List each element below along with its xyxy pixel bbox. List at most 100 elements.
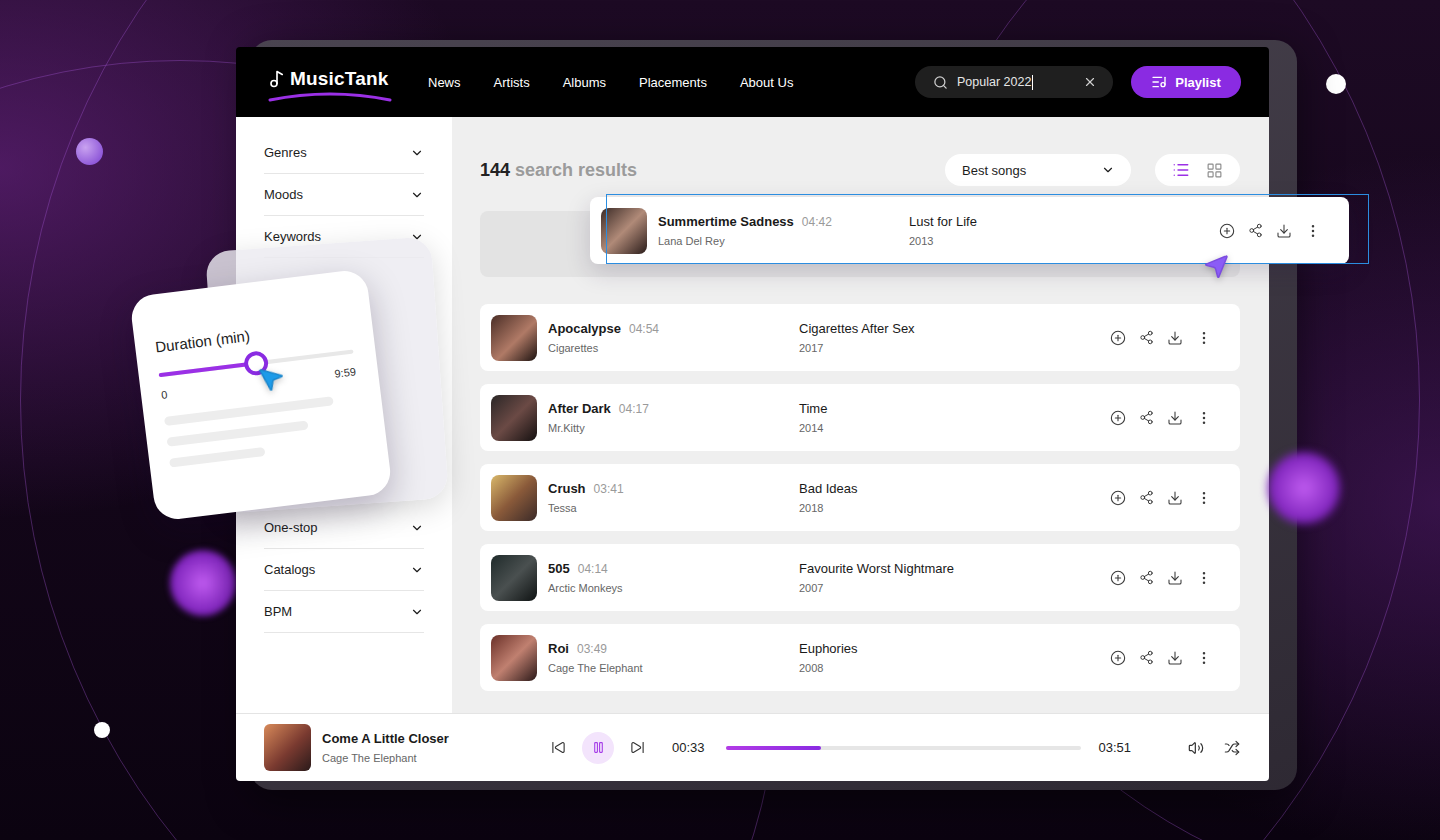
filter-item[interactable]: Moods (264, 174, 424, 216)
volume-button[interactable] (1188, 740, 1204, 756)
add-button[interactable] (1110, 570, 1126, 586)
more-button[interactable] (1196, 410, 1212, 426)
track-info: 50504:14Arctic Monkeys (548, 561, 788, 594)
results-title: 144search results (480, 160, 945, 181)
header: MusicTank News Artists Albums Placements Abou… (236, 47, 1269, 117)
shuffle-button[interactable] (1224, 740, 1240, 756)
download-button[interactable] (1167, 330, 1183, 346)
track-artist: Tessa (548, 502, 788, 514)
track-info: Apocalypse04:54 Cigarettes (548, 321, 788, 354)
player-tools (1188, 740, 1240, 756)
clear-icon[interactable] (1083, 75, 1097, 89)
album-info: Lust for Life2013 (909, 214, 1208, 247)
share-button[interactable] (1139, 650, 1154, 666)
album-year: 2008 (799, 662, 1099, 674)
filter-item[interactable]: Genres (264, 132, 424, 174)
nav-link[interactable]: Artists (494, 75, 530, 90)
nav-link[interactable]: News (428, 75, 461, 90)
download-button[interactable] (1167, 650, 1183, 666)
nav-link[interactable]: About Us (740, 75, 793, 90)
slider-max: 9:59 (334, 365, 357, 380)
share-button[interactable] (1139, 410, 1154, 426)
plus-icon (1110, 650, 1126, 666)
filter-item[interactable]: Catalogs (264, 549, 424, 591)
track-row[interactable]: 50504:14Arctic MonkeysFavourite Worst Ni… (480, 544, 1240, 611)
more-button[interactable] (1196, 650, 1212, 666)
progress-bar[interactable] (726, 746, 1081, 750)
track-row[interactable]: Roi03:49Cage The ElephantEuphories2008 (480, 624, 1240, 691)
track-row[interactable]: Crush03:41TessaBad Ideas2018 (480, 464, 1240, 531)
add-button[interactable] (1110, 490, 1126, 506)
more-icon (1196, 410, 1212, 426)
logo[interactable]: MusicTank (268, 68, 392, 96)
album-name: Bad Ideas (799, 481, 1099, 496)
download-icon (1167, 410, 1183, 426)
duration-slider[interactable] (159, 349, 354, 377)
add-button[interactable] (1110, 650, 1126, 666)
share-button[interactable] (1139, 490, 1154, 506)
more-button[interactable] (1196, 490, 1212, 506)
logo-swoosh-icon (268, 90, 392, 104)
play-pause-button[interactable] (582, 732, 614, 764)
track-title-line: Roi03:49 (548, 641, 788, 656)
track-actions (1110, 410, 1212, 426)
download-button[interactable] (1167, 570, 1183, 586)
previous-button[interactable] (551, 740, 566, 755)
download-button[interactable] (1276, 223, 1292, 239)
track-artist: Arctic Monkeys (548, 582, 788, 594)
more-button[interactable] (1305, 223, 1321, 239)
share-button[interactable] (1248, 223, 1263, 239)
track-actions (1110, 650, 1212, 666)
list-view-button[interactable] (1172, 161, 1190, 179)
share-button[interactable] (1139, 330, 1154, 346)
placeholder-line (169, 447, 265, 468)
cursor-icon (254, 362, 287, 395)
dragged-actions (1219, 223, 1321, 239)
track-info: Summertime Sadness04:42Lana Del Rey (658, 214, 898, 247)
share-button[interactable] (1139, 570, 1154, 586)
track-row[interactable]: After Dark04:17Mr.KittyTime2014 (480, 384, 1240, 451)
add-button[interactable] (1110, 330, 1126, 346)
track-row[interactable]: Apocalypse04:54CigarettesCigarettes Afte… (480, 304, 1240, 371)
filter-label: BPM (264, 604, 292, 619)
track-artist: Lana Del Rey (658, 235, 898, 247)
more-button[interactable] (1196, 330, 1212, 346)
search-field[interactable]: Popular 2022 (915, 66, 1113, 98)
page: MusicTank News Artists Albums Placements Abou… (0, 0, 1440, 840)
add-button[interactable] (1110, 410, 1126, 426)
shuffle-icon (1224, 740, 1240, 756)
track-title: Summertime Sadness (658, 214, 794, 229)
track-title-line: Apocalypse04:54 (548, 321, 788, 336)
playlist-button[interactable]: Playlist (1131, 66, 1241, 98)
drag-preview[interactable]: Summertime Sadness04:42Lana Del Rey Lust … (590, 197, 1349, 264)
plus-icon (1219, 223, 1235, 239)
next-button[interactable] (630, 740, 645, 755)
album-cover (491, 315, 537, 361)
text-caret (1032, 75, 1033, 90)
dragged-track-row[interactable]: Summertime Sadness04:42Lana Del Rey Lust … (590, 197, 1349, 264)
track-info: After Dark04:17Mr.Kitty (548, 401, 788, 434)
total-time: 03:51 (1099, 740, 1132, 755)
chevron-down-icon (410, 563, 424, 577)
sort-select[interactable]: Best songs (945, 154, 1131, 186)
filter-item[interactable]: One-stop (264, 507, 424, 549)
track-artist: Cigarettes (548, 342, 788, 354)
download-button[interactable] (1167, 490, 1183, 506)
nav-link[interactable]: Albums (563, 75, 606, 90)
filter-item[interactable]: BPM (264, 591, 424, 633)
chevron-down-icon (410, 521, 424, 535)
track-duration: 03:41 (594, 482, 624, 496)
download-button[interactable] (1167, 410, 1183, 426)
track-artist: Cage The Elephant (548, 662, 788, 674)
playback-controls (551, 732, 645, 764)
share-icon (1139, 410, 1154, 425)
track-title: Roi (548, 641, 569, 656)
view-toggle (1155, 154, 1240, 186)
track-title: Crush (548, 481, 586, 496)
volume-icon (1188, 740, 1204, 756)
more-button[interactable] (1196, 570, 1212, 586)
grid-view-button[interactable] (1206, 162, 1223, 179)
nav-link[interactable]: Placements (639, 75, 707, 90)
add-button[interactable] (1219, 223, 1235, 239)
album-cover (491, 555, 537, 601)
